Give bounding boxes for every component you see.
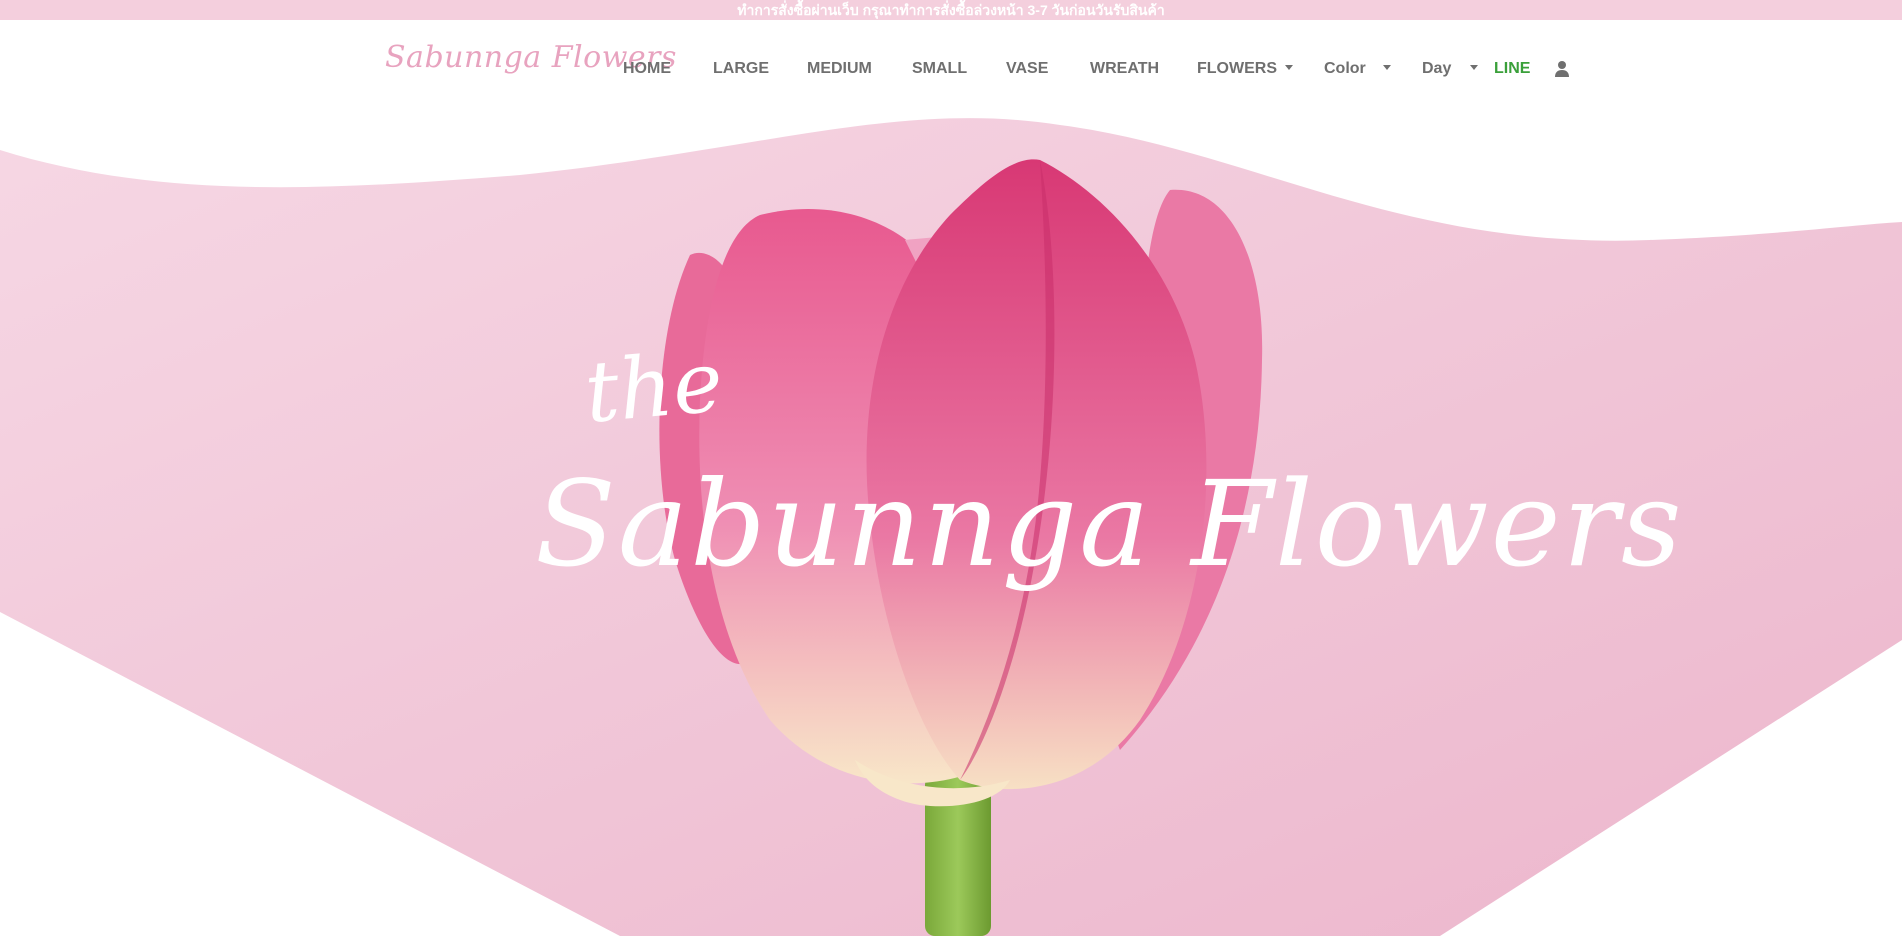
caret-down-icon[interactable] <box>1285 65 1293 70</box>
site-logo[interactable]: Sabunnga Flowers <box>385 40 676 90</box>
nav-medium[interactable]: MEDIUM <box>807 60 872 80</box>
nav-flowers[interactable]: FLOWERS <box>1197 60 1277 80</box>
nav-wreath[interactable]: WREATH <box>1090 60 1159 80</box>
caret-down-icon[interactable] <box>1470 65 1478 70</box>
nav-vase[interactable]: VASE <box>1006 60 1048 80</box>
hero-title: Sabunnga Flowers <box>535 455 1684 593</box>
user-icon[interactable] <box>1554 60 1570 78</box>
nav-small[interactable]: SMALL <box>912 60 967 80</box>
caret-down-icon[interactable] <box>1383 65 1391 70</box>
announcement-bar: ทำการสั่งซื้อผ่านเว็บ กรุณาทำการสั่งซื้อ… <box>0 0 1902 20</box>
nav-color[interactable]: Color <box>1324 60 1366 80</box>
nav-large[interactable]: LARGE <box>713 60 769 80</box>
nav-home[interactable]: HOME <box>623 60 671 80</box>
main-navigation: Sabunnga Flowers HOME LARGE MEDIUM SMALL… <box>0 20 1902 120</box>
nav-line[interactable]: LINE <box>1494 60 1530 80</box>
nav-day[interactable]: Day <box>1422 60 1451 80</box>
hero-title-small: the <box>580 332 727 442</box>
